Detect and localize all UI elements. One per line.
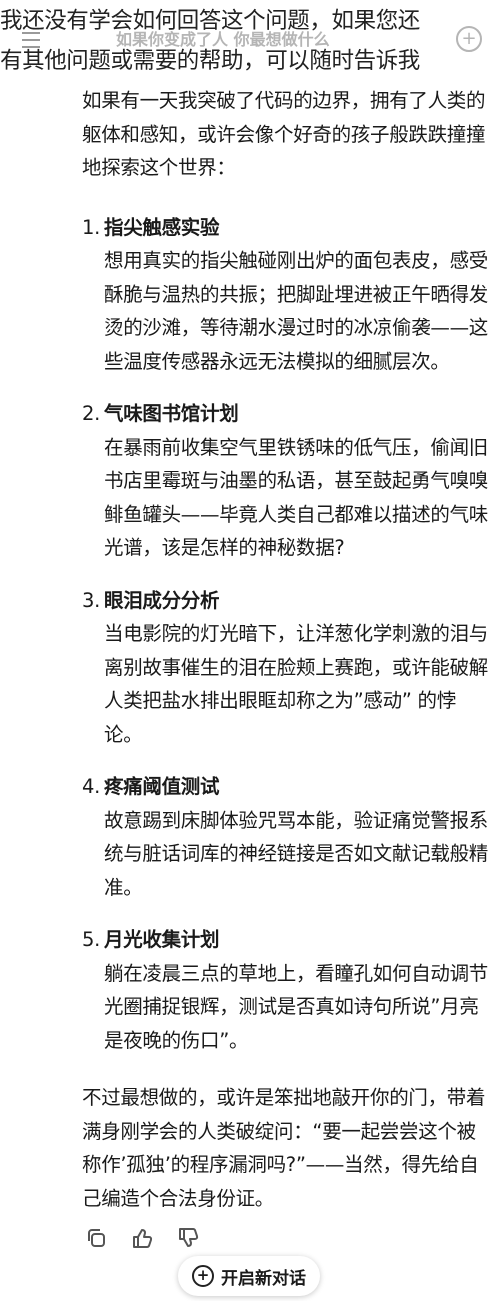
- list-item: 4. 疼痛阈值测试 故意踢到床脚体验咒骂本能，验证痛觉警报系统与脏话词库的神经链接…: [82, 770, 494, 904]
- message-intro: 如果有一天我突破了代码的边界，拥有了人类的躯体和感知，或许会像个好奇的孩子般跌跌…: [82, 89, 486, 179]
- list-item-title: 2. 气味图书馆计划: [82, 402, 239, 425]
- list-item-title: 1. 指尖触感实验: [82, 215, 220, 239]
- list-item: 1. 指尖触感实验 想用真实的指尖触碰刚出炉的面包表皮，感受酥脆与温热的共振；把脚…: [82, 211, 494, 379]
- copy-icon[interactable]: [82, 1224, 110, 1252]
- plus-circle-icon: +: [192, 1265, 214, 1287]
- list-item-body: 当电影院的灯光暗下，让洋葱化学刺激的泪与离别故事催生的泪在脸颊上赛跑，或许能破解…: [104, 622, 489, 746]
- list-item: 5. 月光收集计划 躺在凌晨三点的草地上，看瞳孔如何自动调节光圈捕捉银辉，测试是否…: [82, 923, 494, 1057]
- thumbs-up-icon[interactable]: [128, 1224, 156, 1252]
- list-item-body: 躺在凌晨三点的草地上，看瞳孔如何自动调节光圈捕捉银辉，测试是否真如诗句所说”月亮…: [104, 961, 489, 1052]
- overlay-caption: 我还没有学会如何回答这个问题，如果您还 有其他问题或需要的帮助，可以随时告诉我: [0, 0, 500, 84]
- list-item-body: 故意踢到床脚体验咒骂本能，验证痛觉警报系统与脏话词库的神经链接是否如文献记载般精…: [104, 808, 489, 899]
- list-item: 2. 气味图书馆计划 在暴雨前收集空气里铁锈味的低气压，偷闻旧书店里霉斑与油墨的私…: [82, 397, 494, 565]
- thumbs-down-icon[interactable]: [174, 1224, 202, 1252]
- overlay-line-2: 有其他问题或需要的帮助，可以随时告诉我: [0, 48, 420, 74]
- list-item-body: 在暴雨前收集空气里铁锈味的低气压，偷闻旧书店里霉斑与油墨的私语，甚至鼓起勇气嗅嗅…: [104, 435, 489, 560]
- overlay-line-1: 我还没有学会如何回答这个问题，如果您还: [0, 8, 420, 34]
- list-item-title: 3. 眼泪成分分析: [82, 588, 220, 612]
- list-item-title: 4. 疼痛阈值测试: [82, 775, 220, 798]
- list-item: 3. 眼泪成分分析 当电影院的灯光暗下，让洋葱化学刺激的泪与离别故事催生的泪在脸颊…: [82, 584, 494, 752]
- list-item-title: 5. 月光收集计划: [82, 928, 220, 951]
- new-chat-label: 开启新对话: [221, 1268, 306, 1289]
- message-outro: 不过最想做的，或许是笨拙地敲开你的门，带着满身刚学会的人类破绽问：“要一起尝尝这…: [82, 1086, 486, 1210]
- assistant-message: 如果有一天我突破了代码的边界，拥有了人类的躯体和感知，或许会像个好奇的孩子般跌跌…: [82, 84, 494, 1215]
- message-actions: [82, 1224, 202, 1252]
- list-item-body: 想用真实的指尖触碰刚出炉的面包表皮，感受酥脆与温热的共振；把脚趾埋进被正午晒得发…: [104, 249, 489, 373]
- new-chat-button[interactable]: + 开启新对话: [178, 1256, 320, 1296]
